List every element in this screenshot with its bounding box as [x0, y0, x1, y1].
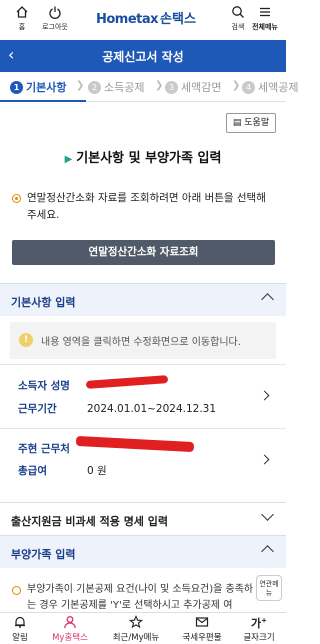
hometax-logo[interactable]: Hometax 손택스 — [96, 8, 196, 32]
nav-label: 알림 — [12, 633, 28, 643]
home-icon — [8, 5, 36, 22]
page-title: 공제신고서 작성 — [102, 50, 184, 64]
workplace-card[interactable]: 주현 근무처 총급여 0 원 — [0, 428, 286, 492]
total-pay-row: 총급여 0 원 — [18, 463, 107, 478]
power-icon — [36, 5, 74, 22]
section-title-text: 기본사항 및 부양가족 입력 — [76, 151, 222, 166]
step-number: 4 — [242, 81, 255, 94]
step-tax-credit[interactable]: 4 세액공제 — [242, 79, 298, 95]
related-menu-button[interactable]: 연관메뉴 — [256, 575, 282, 601]
search-icon — [224, 5, 252, 22]
work-period-value: 2024.01.01~2024.12.31 — [87, 403, 217, 415]
search-label: 검색 — [231, 23, 245, 31]
earner-name-row: 소득자 성명 — [18, 378, 87, 393]
logo-sontax: 손택스 — [160, 12, 196, 27]
person-icon — [44, 615, 96, 631]
step-number: 2 — [88, 81, 101, 94]
chevron-right-icon — [259, 454, 270, 465]
play-bullet-icon: ▶ — [64, 154, 73, 165]
work-period-row: 근무기간 2024.01.01~2024.12.31 — [18, 401, 216, 416]
all-menu-label: 전체메뉴 — [252, 23, 278, 31]
step-tabs: 1 기본사항 ❯ 2 소득공제 ❯ 3 세액감면 ❯ 4 세액공제 — [0, 72, 298, 102]
chevron-up-icon — [261, 545, 274, 558]
dependents-title: 부양가족 입력 — [11, 548, 76, 561]
simplified-data-query-button[interactable]: 연말정산간소화 자료조회 — [12, 240, 275, 265]
chevron-right-icon: ❯ — [232, 80, 241, 91]
childbirth-title: 출산지원금 비과세 적용 명세 입력 — [11, 515, 168, 528]
top-header: 홈 로그아웃 Hometax 손택스 검색 전체메뉴 — [0, 0, 286, 40]
chevron-right-icon: ❯ — [76, 80, 85, 91]
dependents-section: 부양가족 입력 — [0, 535, 286, 568]
help-button[interactable]: ▤ 도움말 — [226, 113, 276, 133]
step-label: 소득공제 — [104, 81, 145, 94]
dependents-text: 부양가족이 기본공제 요건(나이 및 소득요건)을 충족하는 경우 기본공제를 … — [27, 584, 254, 611]
home-button[interactable]: 홈 — [8, 5, 36, 32]
title-bar: ‹ 공제신고서 작성 — [0, 40, 286, 72]
circle-bullet-icon — [12, 586, 21, 595]
font-size-icon: 가+ — [251, 616, 267, 630]
step-income-deduction[interactable]: 2 소득공제 — [88, 79, 144, 95]
hamburger-icon — [250, 5, 280, 22]
chevron-down-icon — [261, 508, 274, 521]
redacted-mark — [85, 375, 169, 389]
notice: 연말정산간소화 자료를 조회하려면 아래 버튼을 선택해 주세요. — [12, 190, 276, 224]
work-period-key: 근무기간 — [18, 403, 57, 415]
chevron-right-icon — [259, 390, 270, 401]
step-number: 3 — [165, 81, 178, 94]
active-step-underline — [0, 100, 86, 102]
nav-label: 국세우편물 — [182, 633, 222, 643]
info-box: ! 내용 영역을 클릭하면 수정화면으로 이동합니다. — [10, 322, 276, 359]
childbirth-header[interactable]: 출산지원금 비과세 적용 명세 입력 — [0, 503, 286, 535]
step-label: 기본사항 — [26, 81, 67, 94]
logo-hometax: Hometax — [96, 12, 159, 27]
nav-label: My홈택스 — [52, 633, 88, 643]
chevron-right-icon: ❯ — [155, 80, 164, 91]
total-pay-key: 총급여 — [18, 465, 47, 477]
step-label: 세액감면 — [181, 81, 222, 94]
nav-my-hometax[interactable]: My홈택스 — [44, 615, 96, 643]
bottom-nav: 알림 My홈택스 최근/My메뉴 국세우편물 가+ 글자크기 — [0, 612, 286, 644]
nav-font-size[interactable]: 가+ 글자크기 — [236, 615, 282, 643]
help-label: 도움말 — [244, 118, 270, 128]
earner-name-key: 소득자 성명 — [18, 380, 70, 392]
earner-card[interactable]: 소득자 성명 근무기간 2024.01.01~2024.12.31 — [0, 364, 286, 428]
book-icon: ▤ — [232, 118, 242, 128]
search-button[interactable]: 검색 — [224, 5, 252, 32]
star-icon — [104, 615, 168, 631]
nav-recent-menu[interactable]: 최근/My메뉴 — [104, 615, 168, 643]
all-menu-button[interactable]: 전체메뉴 — [250, 5, 280, 32]
dependents-header[interactable]: 부양가족 입력 — [0, 536, 286, 568]
nav-label: 글자크기 — [243, 633, 275, 643]
notice-text: 연말정산간소화 자료를 조회하려면 아래 버튼을 선택해 주세요. — [27, 192, 266, 221]
childbirth-section: 출산지원금 비과세 적용 명세 입력 — [0, 502, 286, 535]
dependents-notice: 부양가족이 기본공제 요건(나이 및 소득요건)을 충족하는 경우 기본공제를 … — [12, 582, 262, 614]
step-basic[interactable]: 1 기본사항 — [10, 79, 66, 95]
nav-alerts[interactable]: 알림 — [6, 615, 34, 643]
total-pay-value: 0 원 — [87, 465, 107, 477]
basic-info-section: 기본사항 입력 — [0, 283, 286, 316]
mail-icon — [174, 615, 230, 631]
circle-bullet-icon — [12, 194, 21, 203]
basic-info-header[interactable]: 기본사항 입력 — [0, 284, 286, 316]
step-number: 1 — [10, 81, 23, 94]
step-tax-reduction[interactable]: 3 세액감면 — [165, 79, 221, 95]
section-title: ▶ 기본사항 및 부양가족 입력 — [0, 147, 286, 166]
chevron-up-icon — [261, 293, 274, 306]
nav-label: 최근/My메뉴 — [112, 633, 160, 643]
logout-label: 로그아웃 — [42, 23, 68, 31]
redacted-mark — [75, 435, 195, 453]
info-text: 내용 영역을 클릭하면 수정화면으로 이동합니다. — [41, 337, 241, 348]
nav-tax-mail[interactable]: 국세우편물 — [174, 615, 230, 643]
logout-button[interactable]: 로그아웃 — [36, 5, 74, 32]
step-label: 세액공제 — [258, 81, 299, 94]
bell-icon — [6, 615, 34, 631]
basic-info-title: 기본사항 입력 — [11, 296, 76, 309]
home-label: 홈 — [18, 23, 26, 31]
info-icon: ! — [19, 333, 33, 347]
